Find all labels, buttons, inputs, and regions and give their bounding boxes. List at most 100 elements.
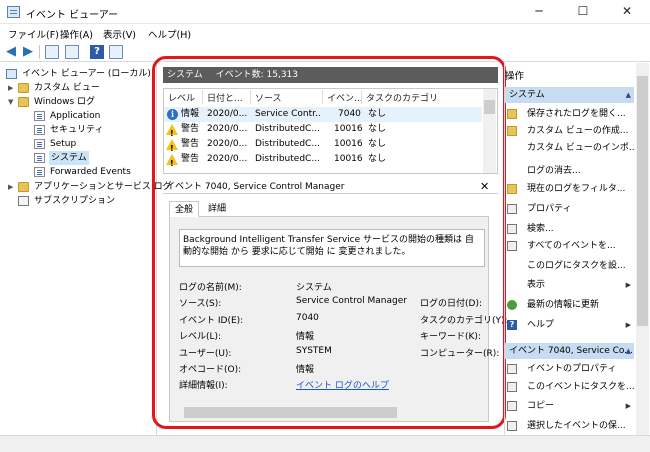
forward-arrow-icon[interactable]: ▶ <box>21 45 35 59</box>
action-import-custom-view[interactable]: カスタム ビューのインポ... <box>507 140 634 156</box>
tree-item-root[interactable]: イベント ビューアー (ローカル) <box>4 67 154 81</box>
highlight-rectangle <box>152 56 506 429</box>
menu-action[interactable]: 操作(A) <box>60 27 93 41</box>
submenu-arrow-icon: ▶ <box>625 281 631 289</box>
action-label: 検索... <box>527 224 554 234</box>
event-viewer-icon <box>7 6 20 18</box>
tree-item-label: Setup <box>50 139 77 149</box>
tree-item-label: Forwarded Events <box>50 167 131 177</box>
action-event-properties[interactable]: イベントのプロパティ <box>507 361 634 377</box>
tree-item-setup[interactable]: Setup <box>4 137 154 151</box>
action-copy[interactable]: コピー ▶ <box>507 398 634 414</box>
actions-section-event[interactable]: イベント 7040, Service Co... ▲ <box>505 343 634 359</box>
action-clear-log[interactable]: ログの消去... <box>507 163 634 179</box>
tree-item-windows-logs[interactable]: ▼ Windows ログ <box>4 95 154 109</box>
log-icon <box>34 167 45 177</box>
section-label: イベント 7040, Service Co... <box>509 346 633 356</box>
action-label: このログにタスクを設... <box>527 261 626 271</box>
action-view[interactable]: 表示 ▶ <box>507 277 634 293</box>
close-button[interactable]: ✕ <box>605 0 649 24</box>
action-attach-task-event[interactable]: このイベントにタスクを... <box>507 379 634 395</box>
properties-icon <box>507 204 517 214</box>
window-title: イベント ビューアー <box>26 10 119 21</box>
menu-view[interactable]: 表示(V) <box>103 27 136 41</box>
action-label: 表示 <box>527 280 546 290</box>
tree-item-app-service-logs[interactable]: ▶ アプリケーションとサービス ログ <box>4 180 172 194</box>
log-icon <box>34 111 45 121</box>
scrollbar-thumb[interactable] <box>637 76 648 326</box>
tree-item-application[interactable]: Application <box>4 109 154 123</box>
action-properties[interactable]: プロパティ <box>507 201 634 217</box>
action-label: 保存されたログを開く... <box>527 109 626 119</box>
log-icon <box>34 153 45 163</box>
copy-icon <box>507 401 517 411</box>
log-icon <box>34 125 45 135</box>
action-label: このイベントにタスクを... <box>527 382 634 392</box>
action-attach-task[interactable]: このログにタスクを設... <box>507 258 634 274</box>
action-save-selected-events[interactable]: 選択したイベントの保... <box>507 418 634 434</box>
submenu-arrow-icon: ▶ <box>625 402 631 410</box>
tree-item-label: サブスクリプション <box>34 196 116 206</box>
action-label: イベントのプロパティ <box>527 364 617 374</box>
actions-header: 操作 <box>505 71 525 82</box>
maximize-button[interactable]: ☐ <box>561 0 605 24</box>
save-icon <box>507 421 517 431</box>
menu-help[interactable]: ヘルプ(H) <box>148 27 191 41</box>
action-save-all-events[interactable]: すべてのイベントを... <box>507 238 634 254</box>
action-label: プロパティ <box>527 204 572 214</box>
action-create-custom-view[interactable]: カスタム ビューの作成... <box>507 123 634 139</box>
log-icon <box>34 139 45 149</box>
action-refresh[interactable]: 最新の情報に更新 <box>507 297 634 313</box>
event-viewer-icon <box>6 69 17 79</box>
action-label: ログの消去... <box>527 166 581 176</box>
status-bar <box>0 435 650 452</box>
folder-icon <box>18 83 29 93</box>
actions-section-system[interactable]: システム ▲ <box>505 87 634 103</box>
show-hide-action-pane-icon[interactable] <box>109 45 123 59</box>
import-icon <box>507 143 517 153</box>
subscription-icon <box>18 196 29 206</box>
action-label: すべてのイベントを... <box>527 241 616 251</box>
toolbar-separator <box>39 45 40 59</box>
tree-item-label: セキュリティ <box>50 125 104 135</box>
action-label: ヘルプ <box>527 320 555 330</box>
section-label: システム <box>509 90 545 100</box>
tree-item-subscriptions[interactable]: サブスクリプション <box>4 194 154 208</box>
collapse-arrow-icon[interactable]: ▲ <box>626 343 631 359</box>
minimize-button[interactable]: ─ <box>517 0 561 24</box>
show-hide-tree-icon[interactable] <box>65 45 79 59</box>
back-arrow-icon[interactable]: ◀ <box>4 45 18 59</box>
tree-item-custom-views[interactable]: ▶ カスタム ビュー <box>4 81 154 95</box>
save-icon <box>507 241 517 251</box>
tree-item-label: Application <box>50 111 101 121</box>
up-folder-icon[interactable] <box>45 45 59 59</box>
action-filter-current-log[interactable]: 現在のログをフィルタ... <box>507 181 634 197</box>
action-label: カスタム ビューの作成... <box>527 126 629 136</box>
folder-open-icon <box>507 109 517 119</box>
collapse-arrow-icon[interactable]: ▼ <box>8 95 13 109</box>
tree-item-security[interactable]: セキュリティ <box>4 123 154 137</box>
tree-item-label: カスタム ビュー <box>34 83 100 93</box>
filter-icon <box>507 184 517 194</box>
folder-icon <box>18 97 29 107</box>
menu-file[interactable]: ファイル(F) <box>8 27 59 41</box>
help-icon[interactable]: ? <box>90 45 104 59</box>
tree-item-label: イベント ビューアー (ローカル) <box>22 69 151 79</box>
task-icon <box>507 382 517 392</box>
expand-arrow-icon[interactable]: ▶ <box>8 180 13 194</box>
tree-item-forwarded-events[interactable]: Forwarded Events <box>4 165 154 179</box>
refresh-icon <box>507 300 517 310</box>
action-find[interactable]: 検索... <box>507 221 634 237</box>
action-open-saved-log[interactable]: 保存されたログを開く... <box>507 106 634 122</box>
folder-icon <box>18 182 29 192</box>
action-label: コピー <box>527 401 555 411</box>
tree-item-system[interactable]: システム <box>4 151 154 165</box>
action-help[interactable]: ? ヘルプ ▶ <box>507 317 634 333</box>
collapse-arrow-icon[interactable]: ▲ <box>626 87 631 103</box>
filter-icon <box>507 126 517 136</box>
help-icon: ? <box>507 320 517 330</box>
tree-item-label: Windows ログ <box>34 97 96 107</box>
expand-arrow-icon[interactable]: ▶ <box>8 81 13 95</box>
tree-item-label: システム <box>49 151 89 165</box>
action-label: 最新の情報に更新 <box>527 300 600 310</box>
